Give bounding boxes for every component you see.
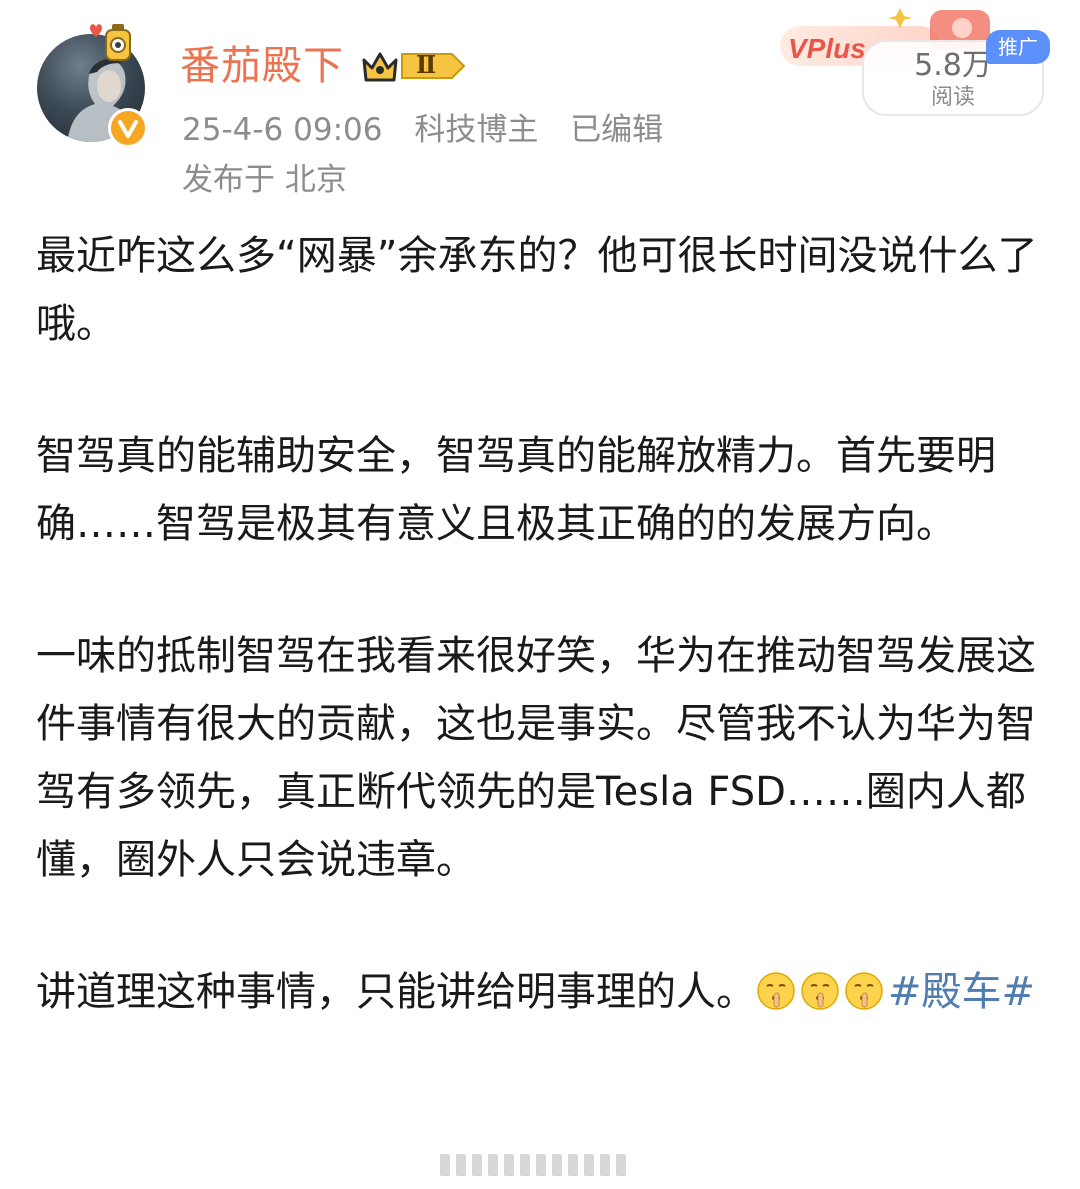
shush-emoji-icon — [800, 964, 840, 1010]
post-time[interactable]: 25-4-6 09:06 — [182, 112, 382, 148]
hashtag-link[interactable]: #殿车# — [888, 969, 1035, 1015]
rank-level: Ⅱ — [416, 50, 437, 79]
author-category: 科技博主 — [414, 112, 539, 148]
promo-tag[interactable]: 推广 — [986, 30, 1050, 64]
avatar-pendant-icon — [84, 18, 138, 70]
crown-icon — [362, 52, 466, 82]
post-paragraph: 最近咋这么多“网暴”余承东的？他可很长时间没说什么了哦。 — [36, 233, 1038, 347]
post-paragraph-text: 讲道理这种事情，只能讲给明事理的人。 — [36, 969, 756, 1015]
post-paragraph-last: 讲道理这种事情，只能讲给明事理的人。 #殿车# — [36, 958, 1048, 1026]
read-label: 阅读 — [930, 85, 975, 110]
shush-emoji-icon — [756, 964, 796, 1010]
shush-emoji-icon — [844, 964, 884, 1010]
rank-badge[interactable]: Ⅱ — [360, 46, 468, 86]
post-location: 发布于 北京 — [182, 162, 347, 198]
post-meta: 25-4-6 09:06 科技博主 已编辑 — [182, 108, 685, 152]
post-content: 最近咋这么多“网暴”余承东的？他可很长时间没说什么了哦。 智驾真的能辅助安全，智… — [36, 222, 1048, 1090]
post-paragraph: 智驾真的能辅助安全，智驾真的能解放精力。首先要明确……智驾是极其有意义且极其正确… — [36, 433, 996, 547]
post-header: 番茄殿下 Ⅱ 25-4-6 09:06 科技博主 已编辑 发布于 北京 VPlu… — [0, 0, 1080, 220]
verified-v-icon — [108, 108, 148, 148]
scroll-indicator — [440, 1150, 636, 1180]
edited-status[interactable]: 已编辑 — [570, 112, 663, 148]
post-paragraph: 一味的抵制智驾在我看来很好笑，华为在推动智驾发展这件事情有很大的贡献，这也是事实… — [36, 633, 1036, 883]
author-name[interactable]: 番茄殿下 — [180, 38, 344, 94]
svg-text:VPlus: VPlus — [788, 33, 866, 64]
